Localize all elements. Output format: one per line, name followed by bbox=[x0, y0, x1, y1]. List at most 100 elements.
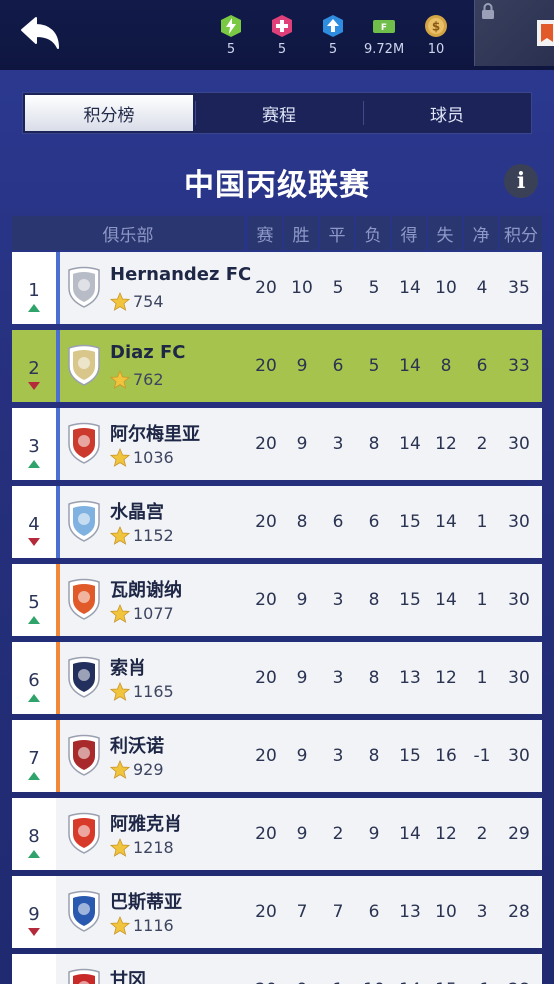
stat-cell: 8 bbox=[296, 512, 308, 532]
stat-cell: 14 bbox=[393, 980, 427, 984]
stat-cell: 6 bbox=[476, 356, 488, 376]
stat-cell: 3 bbox=[332, 434, 344, 454]
stat-cell: 13 bbox=[399, 668, 421, 688]
resource-value: 5 bbox=[226, 42, 236, 57]
stat-cell: 9 bbox=[296, 668, 308, 688]
stat-cell: 5 bbox=[332, 278, 344, 298]
table-row[interactable]: 5 瓦朗谢纳 1077 20 9 3 8 15 14 1 30 bbox=[12, 564, 542, 636]
club-rating: 762 bbox=[133, 370, 164, 389]
club-name: 阿尔梅里亚 bbox=[110, 424, 200, 445]
rank-cell: 9 bbox=[12, 876, 56, 948]
stat-cell: 20 bbox=[255, 434, 277, 454]
rank-up-icon bbox=[28, 304, 40, 312]
stat-cell: 8 bbox=[368, 434, 380, 454]
club-logo-icon bbox=[537, 20, 554, 46]
table-row[interactable]: 7 利沃诺 929 20 9 3 8 15 16 -1 30 bbox=[12, 720, 542, 792]
stat-cell: 14 bbox=[399, 278, 421, 298]
stat-cell: 6 bbox=[368, 902, 380, 922]
star-icon bbox=[110, 370, 130, 389]
stat-cell: 16 bbox=[435, 746, 457, 766]
rank-cell: 6 bbox=[12, 642, 56, 714]
club-rating: 1152 bbox=[133, 526, 174, 545]
stat-cell: 15 bbox=[399, 512, 421, 532]
star-icon bbox=[110, 682, 130, 701]
locked-feature-button[interactable] bbox=[474, 0, 554, 66]
tab-players[interactable]: 球员 bbox=[363, 93, 531, 133]
energy-counter[interactable]: 5 bbox=[211, 14, 251, 57]
qualification-bar bbox=[56, 564, 60, 636]
info-button[interactable]: i bbox=[504, 164, 538, 198]
table-row[interactable]: 6 索肖 1165 20 9 3 8 13 12 1 30 bbox=[12, 642, 542, 714]
club-name: 利沃诺 bbox=[110, 736, 164, 757]
stat-cell: 7 bbox=[296, 902, 308, 922]
rank-down-icon bbox=[28, 382, 40, 390]
club-crest-icon bbox=[68, 890, 100, 932]
stat-cell: 9 bbox=[296, 434, 308, 454]
stat-cell: 3 bbox=[476, 902, 488, 922]
upgrade-counter[interactable]: 5 bbox=[313, 14, 353, 57]
stat-cell: 30 bbox=[508, 434, 530, 454]
stat-cell: 15 bbox=[399, 746, 421, 766]
star-icon bbox=[110, 916, 130, 935]
stat-cell: 6 bbox=[332, 512, 344, 532]
club-name: 水晶宫 bbox=[110, 502, 164, 523]
stat-cell: 30 bbox=[508, 668, 530, 688]
club-name: 瓦朗谢纳 bbox=[110, 580, 182, 601]
stat-cell: 1 bbox=[321, 980, 355, 984]
tab-standings[interactable]: 积分榜 bbox=[25, 95, 193, 131]
stat-cell: 9 bbox=[368, 824, 380, 844]
rank-number: 8 bbox=[28, 826, 40, 847]
stat-cell: 1 bbox=[476, 590, 488, 610]
table-row[interactable]: 1 Hernandez FC 754 20 10 5 5 14 10 4 35 bbox=[12, 252, 542, 324]
rank-cell: 7 bbox=[12, 720, 56, 792]
rank-up-icon bbox=[28, 694, 40, 702]
stat-cell: 14 bbox=[399, 434, 421, 454]
back-arrow-icon[interactable] bbox=[18, 14, 62, 54]
club-rating: 1036 bbox=[133, 448, 174, 467]
stat-cell: 10 bbox=[435, 278, 457, 298]
table-row[interactable]: 4 水晶宫 1152 20 8 6 6 15 14 1 30 bbox=[12, 486, 542, 558]
stat-cell: 20 bbox=[255, 668, 277, 688]
stat-cell: 12 bbox=[435, 668, 457, 688]
rank-up-icon bbox=[28, 772, 40, 780]
star-icon bbox=[110, 526, 130, 545]
stat-cell: 2 bbox=[476, 434, 488, 454]
stat-cell: 7 bbox=[332, 902, 344, 922]
stat-cell: 10 bbox=[357, 980, 391, 984]
health-counter[interactable]: 5 bbox=[262, 14, 302, 57]
club-rating: 1165 bbox=[133, 682, 174, 701]
club-rating: 1218 bbox=[133, 838, 174, 857]
table-row[interactable]: 8 阿雅克肖 1218 20 9 2 9 14 12 2 29 bbox=[12, 798, 542, 870]
rank-number: 2 bbox=[28, 358, 40, 379]
stat-cell: 3 bbox=[332, 746, 344, 766]
club-name: 阿雅克肖 bbox=[110, 814, 182, 835]
rank-number: 9 bbox=[28, 904, 40, 925]
stat-cell: 10 bbox=[435, 902, 457, 922]
club-rating: 754 bbox=[133, 292, 164, 311]
table-row[interactable]: 9 巴斯蒂亚 1116 20 7 7 6 13 10 3 28 bbox=[12, 876, 542, 948]
column-header: 平 bbox=[320, 216, 354, 250]
rank-number: 3 bbox=[28, 436, 40, 457]
qualification-bar bbox=[56, 720, 60, 792]
qualification-bar bbox=[56, 642, 60, 714]
tab-bar: 积分榜 赛程 球员 bbox=[22, 92, 532, 134]
stat-cell: 5 bbox=[368, 278, 380, 298]
club-crest-icon bbox=[68, 344, 100, 386]
table-row[interactable]: 2 Diaz FC 762 20 9 6 5 14 8 6 33 bbox=[12, 330, 542, 402]
qualification-bar bbox=[56, 330, 60, 402]
cash-counter[interactable]: F 9.72M bbox=[364, 14, 404, 57]
tab-schedule[interactable]: 赛程 bbox=[195, 93, 363, 133]
table-row[interactable]: 10 甘冈2091101415-128 bbox=[12, 954, 542, 984]
stat-cell: 2 bbox=[476, 824, 488, 844]
star-icon bbox=[110, 838, 130, 857]
club-name: Diaz FC bbox=[110, 342, 186, 363]
svg-text:F: F bbox=[381, 23, 387, 33]
rank-cell: 1 bbox=[12, 252, 56, 324]
club-crest-icon bbox=[68, 578, 100, 620]
club-rating: 1116 bbox=[133, 916, 174, 935]
table-row[interactable]: 3 阿尔梅里亚 1036 20 9 3 8 14 12 2 30 bbox=[12, 408, 542, 480]
resource-value: 10 bbox=[427, 42, 445, 57]
stat-cell: -1 bbox=[465, 980, 499, 984]
coin-counter[interactable]: $10 bbox=[416, 14, 456, 57]
stat-cell: 8 bbox=[368, 590, 380, 610]
